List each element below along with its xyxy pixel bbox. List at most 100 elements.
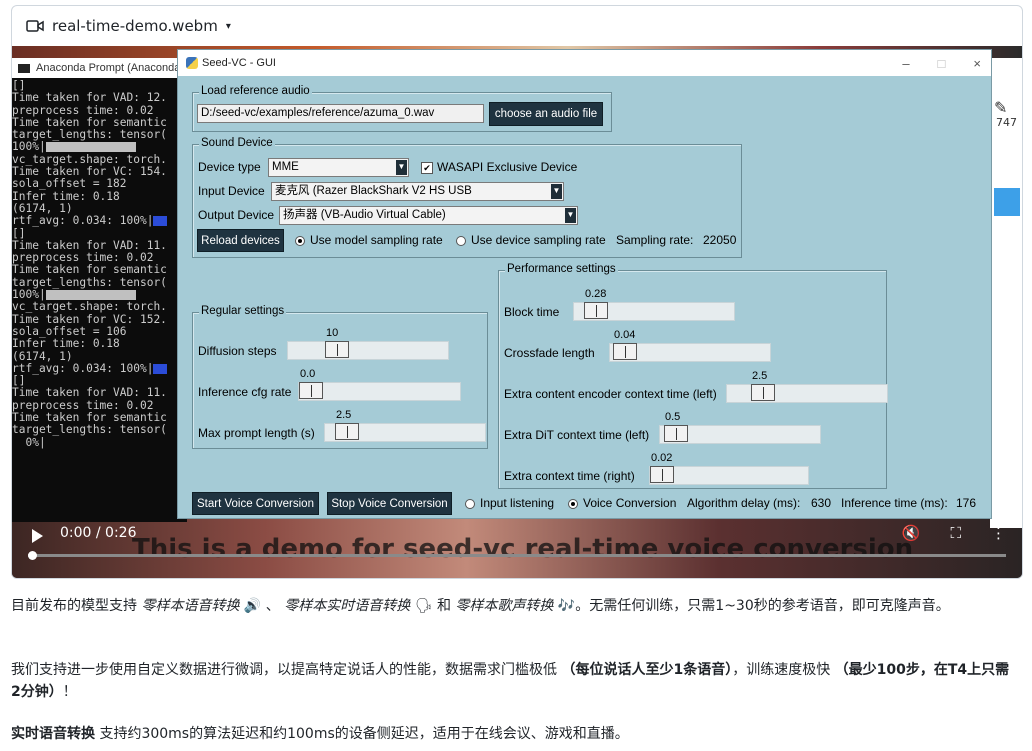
video-subtitle: This is a demo for seed-vc real-time voi…	[132, 534, 914, 564]
reference-path-input[interactable]: D:/seed-vc/examples/reference/azuma_0.wa…	[197, 104, 484, 123]
python-icon	[186, 57, 198, 69]
slider-thumb[interactable]	[335, 423, 359, 440]
play-icon[interactable]	[32, 529, 43, 543]
anaconda-console: Anaconda Prompt (Anaconda [] Time taken f…	[12, 58, 187, 522]
slider-thumb[interactable]	[584, 302, 608, 319]
slider-value: 2.5	[752, 370, 768, 382]
gui-title: Seed-VC - GUI	[202, 57, 276, 69]
slider-label: Max prompt length (s)	[198, 426, 315, 440]
slider-value: 0.0	[300, 368, 316, 380]
zero-shot-vc-text: 零样本语音转换	[141, 598, 240, 614]
console-line: Time taken for VAD: 12.	[12, 91, 167, 105]
dropdown-arrow-icon: ▼	[551, 184, 562, 199]
console-line: rtf_avg: 0.034: 100%|	[12, 214, 154, 228]
console-line: rtf_avg: 0.034: 100%|	[12, 361, 154, 375]
slider-track[interactable]	[298, 382, 461, 401]
radio-selected-icon	[568, 498, 578, 509]
progress-handle[interactable]	[28, 551, 37, 560]
video-progress-bar[interactable]	[28, 551, 1006, 560]
sound-device-frame: Sound Device Device type MME ▼ ✔ WASAPI Ex…	[192, 137, 742, 258]
close-button[interactable]: ×	[973, 56, 981, 71]
video-player[interactable]: 747 ✎ Anaconda Prompt (Anaconda [] Time t…	[12, 46, 1022, 578]
slider-track[interactable]	[573, 302, 735, 321]
reload-devices-button[interactable]: Reload devices	[197, 229, 284, 252]
sampling-rate-label: Sampling rate:	[616, 233, 694, 247]
slider-thumb[interactable]	[664, 425, 688, 442]
algorithm-delay-label: Algorithm delay (ms):	[687, 496, 801, 510]
checkbox-check-icon: ✔	[421, 161, 433, 174]
bold-realtime-vc: 实时语音转换	[11, 726, 95, 742]
output-device-value: 扬声器 (VB-Audio Virtual Cable)	[283, 209, 446, 221]
slider-thumb[interactable]	[650, 466, 674, 483]
slider-track[interactable]	[726, 384, 888, 403]
slider-label: Extra content encoder context time (left…	[504, 387, 717, 401]
voice-conversion-radio[interactable]: Voice Conversion	[568, 496, 676, 510]
choose-audio-button[interactable]: choose an audio file	[489, 102, 603, 126]
speaking-head-icon: 🗣	[414, 598, 433, 614]
video-controls: This is a demo for seed-vc real-time voi…	[12, 516, 1022, 578]
wasapi-label: WASAPI Exclusive Device	[437, 160, 578, 174]
slider-track[interactable]	[609, 343, 771, 362]
slider-track[interactable]	[649, 466, 809, 485]
slider-track[interactable]	[287, 341, 449, 360]
input-listening-radio[interactable]: Input listening	[465, 496, 554, 510]
device-type-value: MME	[272, 161, 299, 173]
slider-value: 0.04	[614, 329, 636, 341]
performance-settings-legend: Performance settings	[505, 263, 618, 275]
sampling-rate-value: 22050	[703, 233, 737, 247]
device-type-select[interactable]: MME ▼	[268, 158, 409, 177]
slider-thumb[interactable]	[299, 382, 323, 399]
zero-shot-realtime-text: 零样本实时语音转换	[284, 598, 411, 614]
start-voice-conversion-button[interactable]: Start Voice Conversion	[192, 492, 319, 515]
model-rate-radio[interactable]: Use model sampling rate	[295, 233, 443, 247]
stop-voice-conversion-button[interactable]: Stop Voice Conversion	[327, 492, 452, 515]
slider-label: Extra DiT context time (left)	[504, 428, 650, 442]
terminal-icon	[18, 63, 30, 73]
slider-thumb[interactable]	[325, 341, 349, 358]
file-title: real-time-demo.webm	[52, 17, 218, 35]
minimize-button[interactable]: –	[902, 56, 909, 71]
console-line: sola_offset = 182	[12, 177, 127, 191]
more-options-icon[interactable]: ⋮	[991, 524, 1006, 542]
slider-value: 0.28	[585, 288, 607, 300]
slider-thumb[interactable]	[613, 343, 637, 360]
slider-track[interactable]	[659, 425, 821, 444]
device-rate-radio[interactable]: Use device sampling rate	[456, 233, 606, 247]
fullscreen-icon[interactable]: ⛶	[950, 524, 961, 542]
wasapi-checkbox[interactable]: ✔ WASAPI Exclusive Device	[421, 160, 577, 174]
inference-time-value: 176	[956, 496, 977, 510]
performance-settings-frame: Performance settings Block time 0.28 Cross…	[498, 263, 888, 489]
output-device-select[interactable]: 扬声器 (VB-Audio Virtual Cable) ▼	[279, 206, 578, 225]
console-progress-bar	[153, 363, 168, 374]
slider-label: Crossfade length	[504, 346, 595, 360]
device-rate-label: Use device sampling rate	[471, 233, 606, 247]
reference-audio-frame: Load reference audio D:/seed-vc/examples…	[192, 85, 612, 132]
right-snippet-value: 747	[996, 116, 1017, 129]
right-snippet-button	[994, 188, 1020, 216]
paragraph-models: 目前发布的模型支持 零样本语音转换 🔊 、 零样本实时语音转换 🗣 和 零样本歌…	[11, 598, 950, 614]
maximize-button[interactable]: □	[938, 56, 946, 71]
console-line: 100%|	[12, 288, 46, 302]
radio-unselected-icon	[465, 498, 475, 509]
video-card: real-time-demo.webm ▾ 747 ✎ Anaconda Pro…	[11, 5, 1023, 579]
file-header[interactable]: real-time-demo.webm ▾	[12, 6, 1022, 46]
console-line: vc_target.shape: torch.	[12, 300, 167, 314]
slider-track[interactable]	[324, 423, 486, 442]
input-device-select[interactable]: 麦克风 (Razer BlackShark V2 HS USB ▼	[271, 182, 564, 201]
console-line: target_lengths: tensor(	[12, 423, 167, 437]
sound-device-legend: Sound Device	[199, 137, 275, 149]
radio-selected-icon	[295, 235, 305, 246]
inference-time-label: Inference time (ms):	[841, 496, 948, 510]
slider-thumb[interactable]	[751, 384, 775, 401]
dropdown-arrow-icon: ▼	[396, 160, 407, 175]
music-notes-icon: 🎶	[557, 598, 576, 614]
console-progress-bar	[45, 290, 136, 301]
input-device-value: 麦克风 (Razer BlackShark V2 HS USB	[275, 185, 472, 197]
slider-value: 2.5	[336, 409, 352, 421]
slider-label: Extra context time (right)	[504, 469, 635, 483]
mute-icon[interactable]: 🔇	[902, 524, 921, 542]
chevron-down-icon[interactable]: ▾	[226, 21, 231, 32]
regular-settings-frame: Regular settings Diffusion steps 10 Infere…	[192, 305, 488, 449]
output-device-label: Output Device	[198, 208, 275, 222]
dropdown-arrow-icon: ▼	[565, 208, 576, 223]
